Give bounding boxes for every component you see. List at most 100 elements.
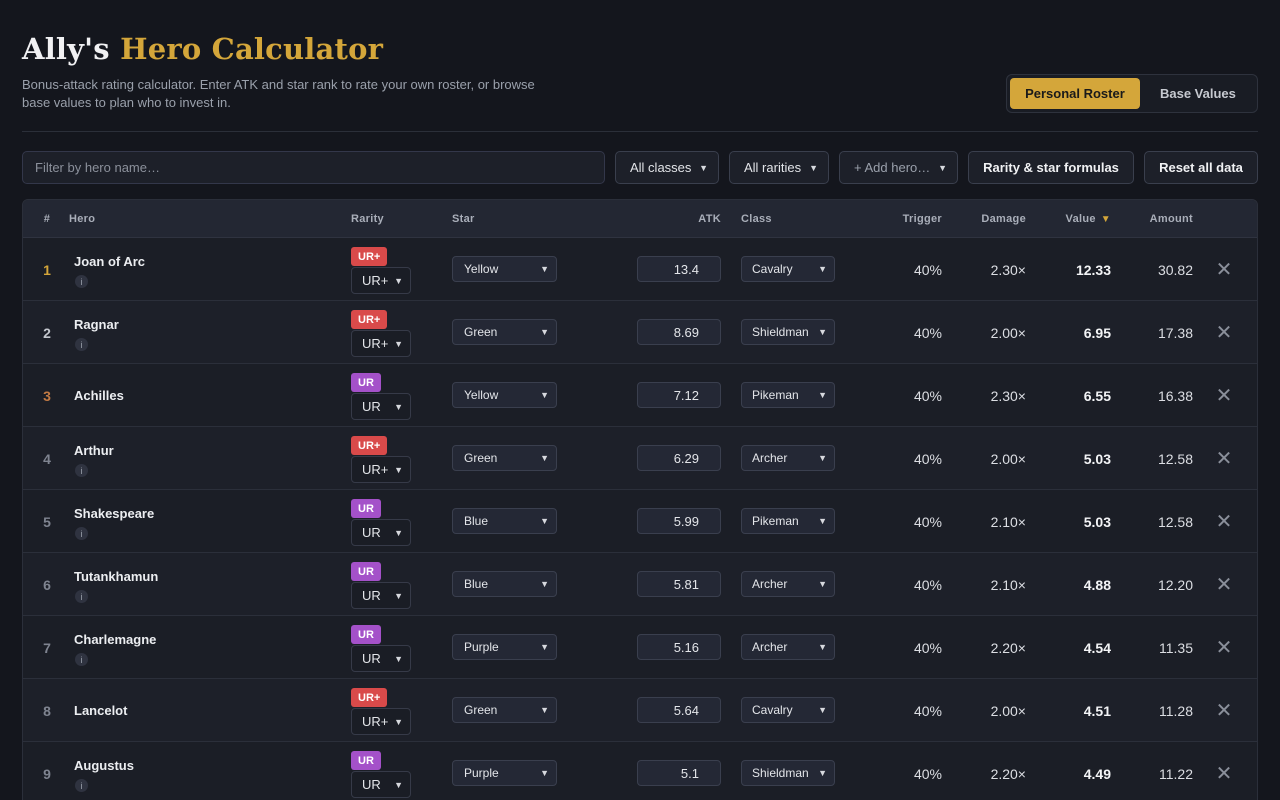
class-select[interactable]: Shieldman ▼ — [741, 319, 835, 345]
remove-row-icon[interactable]: ✕ — [1209, 553, 1239, 616]
table-row: 2 Ragnar i UR+ UR+ ▼ Green ▼ 8.69 Shieldman ▼ 40% 2.… — [23, 301, 1257, 364]
col-damage[interactable]: Damage — [953, 200, 1026, 238]
rarity-select[interactable]: UR ▼ — [351, 519, 411, 546]
hero-name: Tutankhamun — [74, 569, 159, 584]
class-select[interactable]: Archer ▼ — [741, 634, 835, 660]
star-select[interactable]: Purple ▼ — [452, 760, 557, 786]
rank-cell: 9 — [43, 765, 51, 782]
star-select[interactable]: Green ▼ — [452, 697, 557, 723]
class-select-value: Cavalry — [752, 703, 793, 717]
remove-row-icon[interactable]: ✕ — [1209, 427, 1239, 490]
table-row: 1 Joan of Arc i UR+ UR+ ▼ Yellow ▼ 13.4 Cavalry ▼ 4… — [23, 238, 1257, 301]
star-select-value: Yellow — [464, 388, 499, 402]
star-select-value: Green — [464, 325, 498, 339]
add-hero-select[interactable]: + Add hero… ▼ — [839, 151, 958, 184]
rank-cell: 6 — [43, 576, 51, 593]
base-values-tab[interactable]: Base Values — [1142, 78, 1254, 109]
atk-input[interactable]: 5.81 — [637, 571, 721, 597]
atk-input[interactable]: 5.99 — [637, 508, 721, 534]
remove-row-icon[interactable]: ✕ — [1209, 301, 1239, 364]
rarity-select-value: UR — [362, 399, 381, 414]
col-rarity[interactable]: Rarity — [351, 200, 384, 238]
remove-row-icon[interactable]: ✕ — [1209, 742, 1239, 800]
class-select[interactable]: Cavalry ▼ — [741, 697, 835, 723]
chevron-down-icon: ▼ — [818, 705, 827, 715]
star-select[interactable]: Green ▼ — [452, 319, 557, 345]
atk-input[interactable]: 8.69 — [637, 319, 721, 345]
rarity-select-value: UR — [362, 777, 381, 792]
atk-input[interactable]: 6.29 — [637, 445, 721, 471]
col-rank[interactable]: # — [41, 200, 53, 238]
star-select-value: Yellow — [464, 262, 499, 276]
rarity-filter-value: All rarities — [744, 160, 802, 175]
class-select-value: Pikeman — [752, 388, 799, 402]
trigger-cell: 40% — [913, 513, 942, 530]
amount-cell: 11.22 — [1159, 765, 1193, 782]
class-filter-select[interactable]: All classes ▼ — [615, 151, 719, 184]
class-select-value: Archer — [752, 577, 788, 591]
amount-cell: 12.20 — [1157, 576, 1193, 593]
info-icon[interactable]: i — [75, 338, 88, 351]
rarity-badge: UR — [351, 562, 381, 581]
star-select[interactable]: Purple ▼ — [452, 634, 557, 660]
atk-input[interactable]: 5.1 — [637, 760, 721, 786]
remove-row-icon[interactable]: ✕ — [1209, 616, 1239, 679]
class-select[interactable]: Pikeman ▼ — [741, 382, 835, 408]
rarity-select[interactable]: UR+ ▼ — [351, 330, 411, 357]
rarity-select[interactable]: UR ▼ — [351, 771, 411, 798]
trigger-cell: 40% — [913, 387, 942, 404]
col-hero[interactable]: Hero — [69, 200, 95, 238]
star-select[interactable]: Blue ▼ — [452, 571, 557, 597]
formulas-button[interactable]: Rarity & star formulas — [968, 151, 1134, 184]
info-icon[interactable]: i — [75, 464, 88, 477]
class-select[interactable]: Shieldman ▼ — [741, 760, 835, 786]
table-row: 9 Augustus i UR UR ▼ Purple ▼ 5.1 Shieldman ▼ 40% 2.… — [23, 742, 1257, 800]
personal-roster-tab[interactable]: Personal Roster — [1010, 78, 1140, 109]
info-icon[interactable]: i — [75, 779, 88, 792]
damage-cell: 2.30× — [990, 387, 1026, 404]
atk-input[interactable]: 5.16 — [637, 634, 721, 660]
info-icon[interactable]: i — [75, 653, 88, 666]
rarity-select[interactable]: UR+ ▼ — [351, 267, 411, 294]
star-select[interactable]: Yellow ▼ — [452, 256, 557, 282]
col-class[interactable]: Class — [741, 200, 772, 238]
class-select[interactable]: Pikeman ▼ — [741, 508, 835, 534]
remove-row-icon[interactable]: ✕ — [1209, 238, 1239, 301]
hero-name: Lancelot — [74, 703, 128, 718]
col-amount[interactable]: Amount — [1123, 200, 1193, 238]
rarity-select[interactable]: UR+ ▼ — [351, 708, 411, 735]
col-trigger[interactable]: Trigger — [863, 200, 942, 238]
star-select-value: Purple — [464, 640, 499, 654]
col-atk[interactable]: ATK — [623, 200, 721, 238]
atk-input[interactable]: 7.12 — [637, 382, 721, 408]
rank-cell: 3 — [43, 387, 51, 404]
rarity-filter-select[interactable]: All rarities ▼ — [729, 151, 829, 184]
reset-button[interactable]: Reset all data — [1144, 151, 1258, 184]
remove-row-icon[interactable]: ✕ — [1209, 490, 1239, 553]
atk-input[interactable]: 5.64 — [637, 697, 721, 723]
value-cell: 6.95 — [1083, 324, 1111, 341]
sort-desc-icon: ▼ — [1100, 213, 1111, 225]
rarity-select[interactable]: UR ▼ — [351, 582, 411, 609]
class-select[interactable]: Archer ▼ — [741, 445, 835, 471]
class-select-value: Shieldman — [752, 766, 809, 780]
chevron-down-icon: ▼ — [394, 464, 403, 475]
rarity-select[interactable]: UR ▼ — [351, 393, 411, 420]
remove-row-icon[interactable]: ✕ — [1209, 679, 1239, 742]
star-select[interactable]: Blue ▼ — [452, 508, 557, 534]
rarity-select[interactable]: UR ▼ — [351, 645, 411, 672]
star-select[interactable]: Green ▼ — [452, 445, 557, 471]
remove-row-icon[interactable]: ✕ — [1209, 364, 1239, 427]
col-value[interactable]: Value ▼ — [1033, 200, 1111, 238]
info-icon[interactable]: i — [75, 275, 88, 288]
info-icon[interactable]: i — [75, 590, 88, 603]
rarity-select[interactable]: UR+ ▼ — [351, 456, 411, 483]
class-select[interactable]: Archer ▼ — [741, 571, 835, 597]
hero-filter-input[interactable]: Filter by hero name… — [22, 151, 605, 184]
star-select[interactable]: Yellow ▼ — [452, 382, 557, 408]
table-row: 4 Arthur i UR+ UR+ ▼ Green ▼ 6.29 Archer ▼ 40% 2.00×… — [23, 427, 1257, 490]
class-select[interactable]: Cavalry ▼ — [741, 256, 835, 282]
col-star[interactable]: Star — [452, 200, 475, 238]
atk-input[interactable]: 13.4 — [637, 256, 721, 282]
info-icon[interactable]: i — [75, 527, 88, 540]
